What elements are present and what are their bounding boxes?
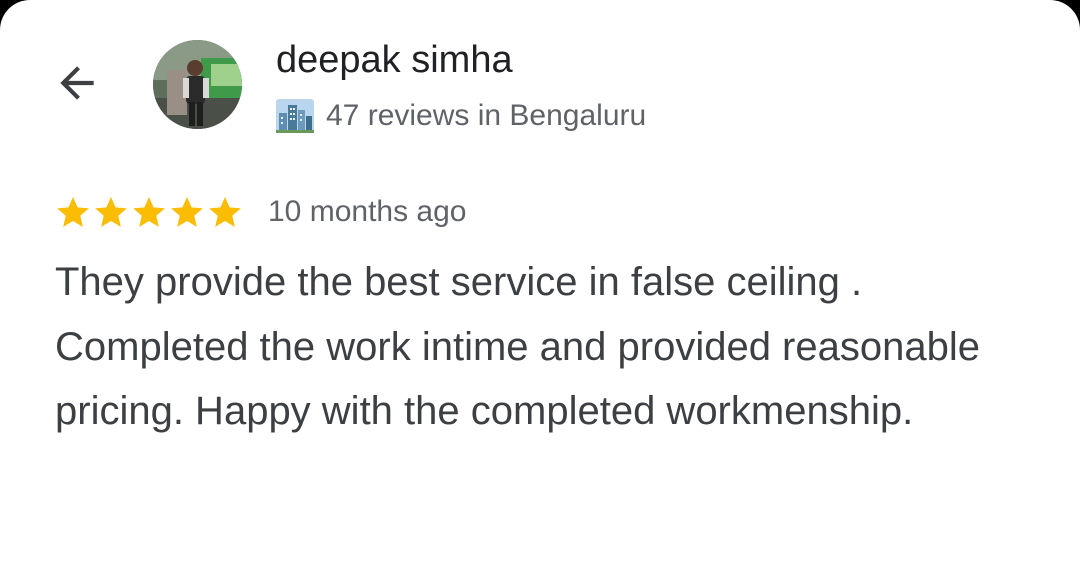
star-icon [171,196,203,227]
star-icon [57,196,89,227]
reviewer-review-count: 47 reviews in Bengaluru [326,99,647,132]
star-icon [95,196,127,227]
star-rating [54,193,244,231]
rating-row: 10 months ago [54,190,466,234]
review-card: deepak simha 47 reviews in Bengaluru 10 … [0,0,1080,567]
reviewer-name[interactable]: deepak simha [276,36,513,84]
avatar[interactable] [153,40,242,129]
cityscape-icon [276,99,314,133]
star-icon [133,196,165,227]
review-text: They provide the best service in false c… [55,260,980,433]
back-button[interactable] [46,52,108,114]
star-icon [209,196,241,227]
arrow-left-icon [60,66,94,100]
reviewer-meta: 47 reviews in Bengaluru [276,96,646,136]
review-time: 10 months ago [268,195,467,228]
